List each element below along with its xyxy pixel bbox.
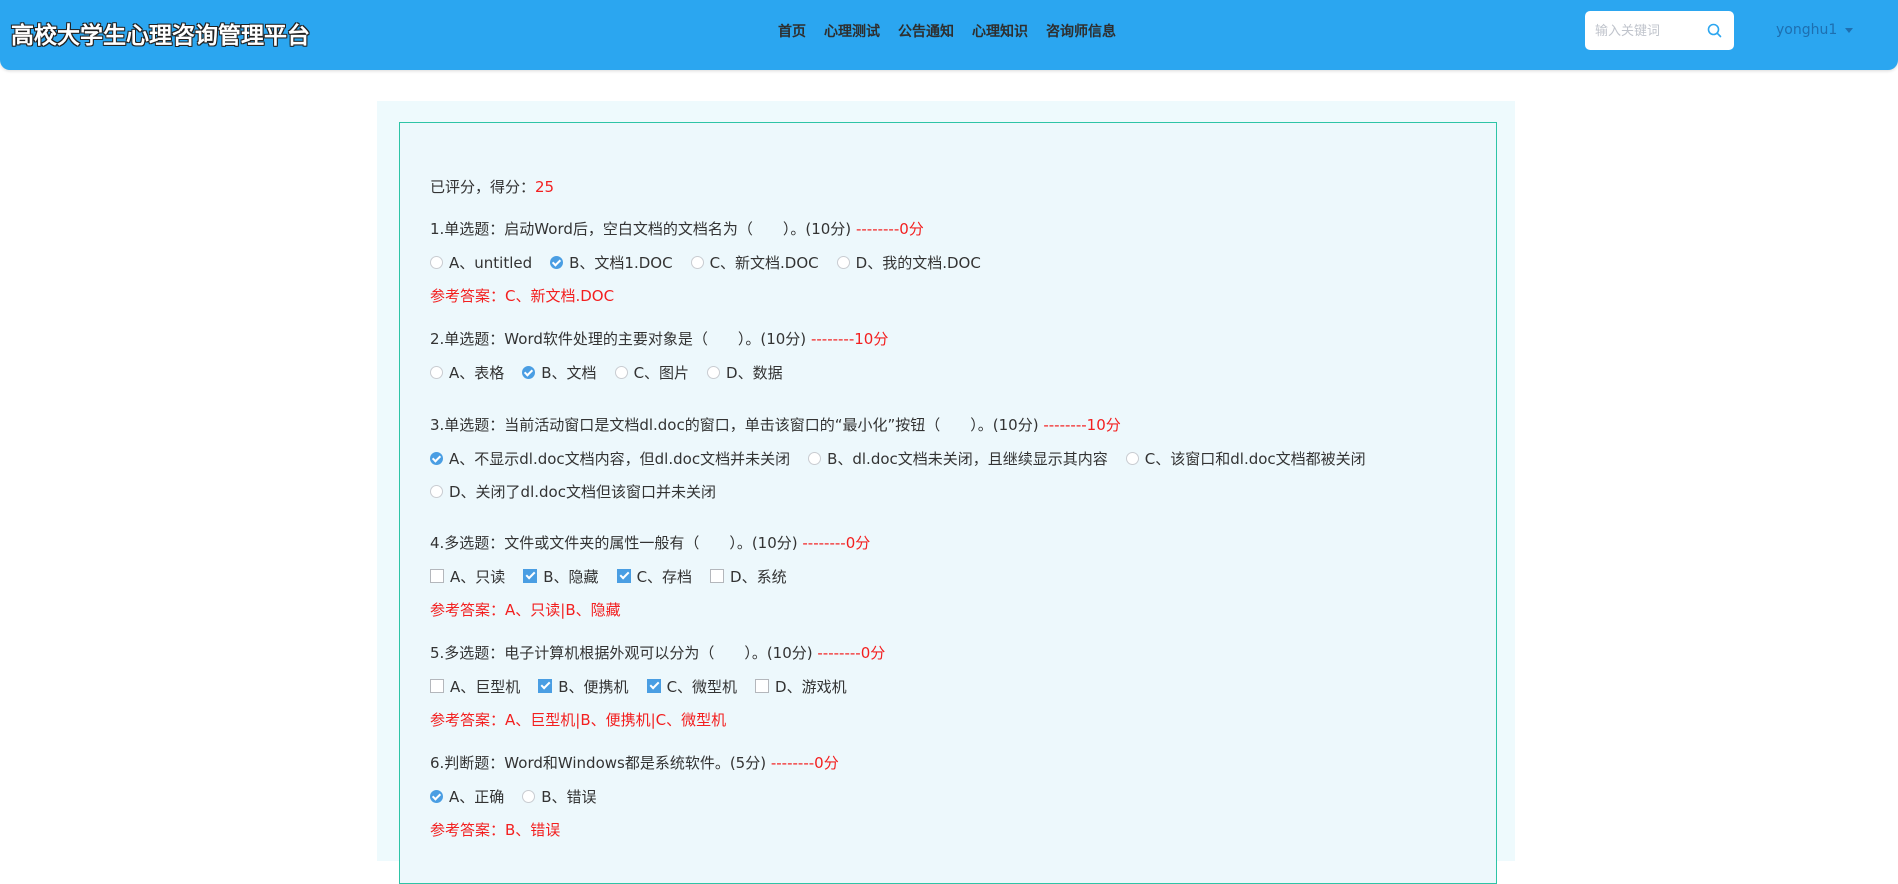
radio-button[interactable] (430, 255, 443, 269)
question-title: 2.单选题：Word软件处理的主要对象是（ ）。(10分) --------10… (430, 330, 889, 348)
option-c[interactable]: C、新文档.DOC (690, 252, 819, 272)
option-a[interactable]: A、不显示dl.doc文档内容，但dl.doc文档并未关闭 (430, 448, 790, 468)
question-points: --------10分 (1043, 416, 1121, 434)
radio-button[interactable] (614, 365, 628, 379)
radio-button[interactable] (836, 255, 850, 269)
question-1: 1.单选题：启动Word后，空白文档的文档名为（ ）。(10分) -------… (430, 218, 1490, 306)
nav-counselor-info[interactable]: 咨询师信息 (1046, 21, 1116, 41)
question-points: --------0分 (817, 644, 886, 662)
option-b[interactable]: B、dl.doc文档未关闭，且继续显示其内容 (808, 448, 1108, 468)
option-b[interactable]: B、错误 (522, 786, 597, 806)
option-d[interactable]: D、数据 (707, 362, 783, 382)
option-b[interactable]: B、文档1.DOC (550, 252, 673, 272)
question-6: 6.判断题：Word和Windows都是系统软件。(5分) --------0分… (430, 752, 1490, 840)
option-d[interactable]: D、系统 (710, 566, 787, 586)
radio-button[interactable] (808, 451, 822, 465)
nav-home[interactable]: 首页 (778, 21, 806, 41)
exam-result-panel: 已评分，得分：25 1.单选题：启动Word后，空白文档的文档名为（ ）。(10… (399, 122, 1497, 884)
username: yonghu1 (1776, 22, 1838, 38)
nav-psych-test[interactable]: 心理测试 (824, 21, 880, 41)
radio-button[interactable] (430, 484, 443, 498)
radio-button[interactable] (690, 255, 704, 269)
reference-answer: 参考答案：A、巨型机|B、便携机|C、微型机 (430, 711, 727, 729)
question-4: 4.多选题：文件或文件夹的属性一般有（ ）。(10分) --------0分 A… (430, 532, 1490, 620)
score-value: 25 (535, 178, 555, 196)
radio-button[interactable] (430, 365, 443, 379)
question-points: --------10分 (810, 330, 889, 348)
question-points: --------0分 (802, 534, 871, 552)
main-nav: 首页 心理测试 公告通知 心理知识 咨询师信息 (778, 21, 1134, 41)
question-title: 1.单选题：启动Word后，空白文档的文档名为（ ）。(10分) -------… (430, 220, 924, 238)
question-points: --------0分 (770, 754, 839, 772)
site-title: 高校大学生心理咨询管理平台 (11, 23, 310, 49)
option-a[interactable]: A、只读 (430, 566, 505, 586)
score-line: 已评分，得分：25 (430, 176, 554, 197)
radio-button-selected[interactable] (550, 255, 564, 269)
radio-button-selected[interactable] (430, 789, 443, 803)
checkbox[interactable] (755, 679, 770, 693)
checkbox[interactable] (430, 569, 444, 583)
reference-answer: 参考答案：A、只读|B、隐藏 (430, 601, 621, 619)
user-menu[interactable]: yonghu1 (1776, 22, 1854, 38)
checkbox-checked[interactable] (523, 569, 538, 583)
reference-answer: 参考答案：B、错误 (430, 821, 561, 839)
nav-announcements[interactable]: 公告通知 (898, 21, 954, 41)
option-a[interactable]: A、巨型机 (430, 676, 520, 696)
search-input[interactable] (1593, 20, 1707, 42)
reference-answer: 参考答案：C、新文档.DOC (430, 287, 615, 305)
option-d[interactable]: D、游戏机 (755, 676, 847, 696)
question-5: 5.多选题：电子计算机根据外观可以分为（ ）。(10分) --------0分 … (430, 642, 1490, 730)
checkbox[interactable] (710, 569, 725, 583)
option-c[interactable]: C、图片 (614, 362, 689, 382)
top-header: 高校大学生心理咨询管理平台 首页 心理测试 公告通知 心理知识 咨询师信息 yo… (0, 0, 1898, 70)
checkbox-checked[interactable] (538, 679, 553, 693)
question-2: 2.单选题：Word软件处理的主要对象是（ ）。(10分) --------10… (430, 328, 1490, 395)
radio-button[interactable] (1125, 451, 1139, 465)
search-icon[interactable] (1706, 22, 1723, 39)
option-c[interactable]: C、微型机 (646, 676, 737, 696)
radio-button[interactable] (707, 365, 721, 379)
option-d[interactable]: D、关闭了dl.doc文档但该窗口并未关闭 (430, 481, 716, 501)
score-label: 已评分，得分： (430, 178, 536, 196)
option-b[interactable]: B、文档 (522, 362, 597, 382)
option-c[interactable]: C、存档 (616, 566, 692, 586)
question-points: --------0分 (855, 220, 924, 238)
question-title: 4.多选题：文件或文件夹的属性一般有（ ）。(10分) --------0分 (430, 534, 871, 552)
option-c[interactable]: C、该窗口和dl.doc文档都被关闭 (1125, 448, 1366, 468)
option-d[interactable]: D、我的文档.DOC (836, 252, 981, 272)
option-a[interactable]: A、untitled (430, 252, 532, 272)
option-a[interactable]: A、正确 (430, 786, 504, 806)
chevron-down-icon (1845, 27, 1854, 33)
radio-button[interactable] (522, 789, 536, 803)
question-title: 3.单选题：当前活动窗口是文档dl.doc的窗口，单击该窗口的“最小化”按钮（ … (430, 416, 1121, 434)
question-3: 3.单选题：当前活动窗口是文档dl.doc的窗口，单击该窗口的“最小化”按钮（ … (430, 414, 1490, 514)
option-a[interactable]: A、表格 (430, 362, 504, 382)
option-b[interactable]: B、隐藏 (523, 566, 599, 586)
radio-button-selected[interactable] (522, 365, 536, 379)
checkbox[interactable] (430, 679, 444, 693)
question-title: 5.多选题：电子计算机根据外观可以分为（ ）。(10分) --------0分 (430, 644, 886, 662)
checkbox-checked[interactable] (646, 679, 661, 693)
radio-button-selected[interactable] (430, 451, 443, 465)
question-title: 6.判断题：Word和Windows都是系统软件。(5分) --------0分 (430, 754, 839, 772)
checkbox-checked[interactable] (616, 569, 631, 583)
option-b[interactable]: B、便携机 (538, 676, 629, 696)
search-box (1585, 11, 1734, 50)
nav-psych-knowledge[interactable]: 心理知识 (972, 21, 1028, 41)
